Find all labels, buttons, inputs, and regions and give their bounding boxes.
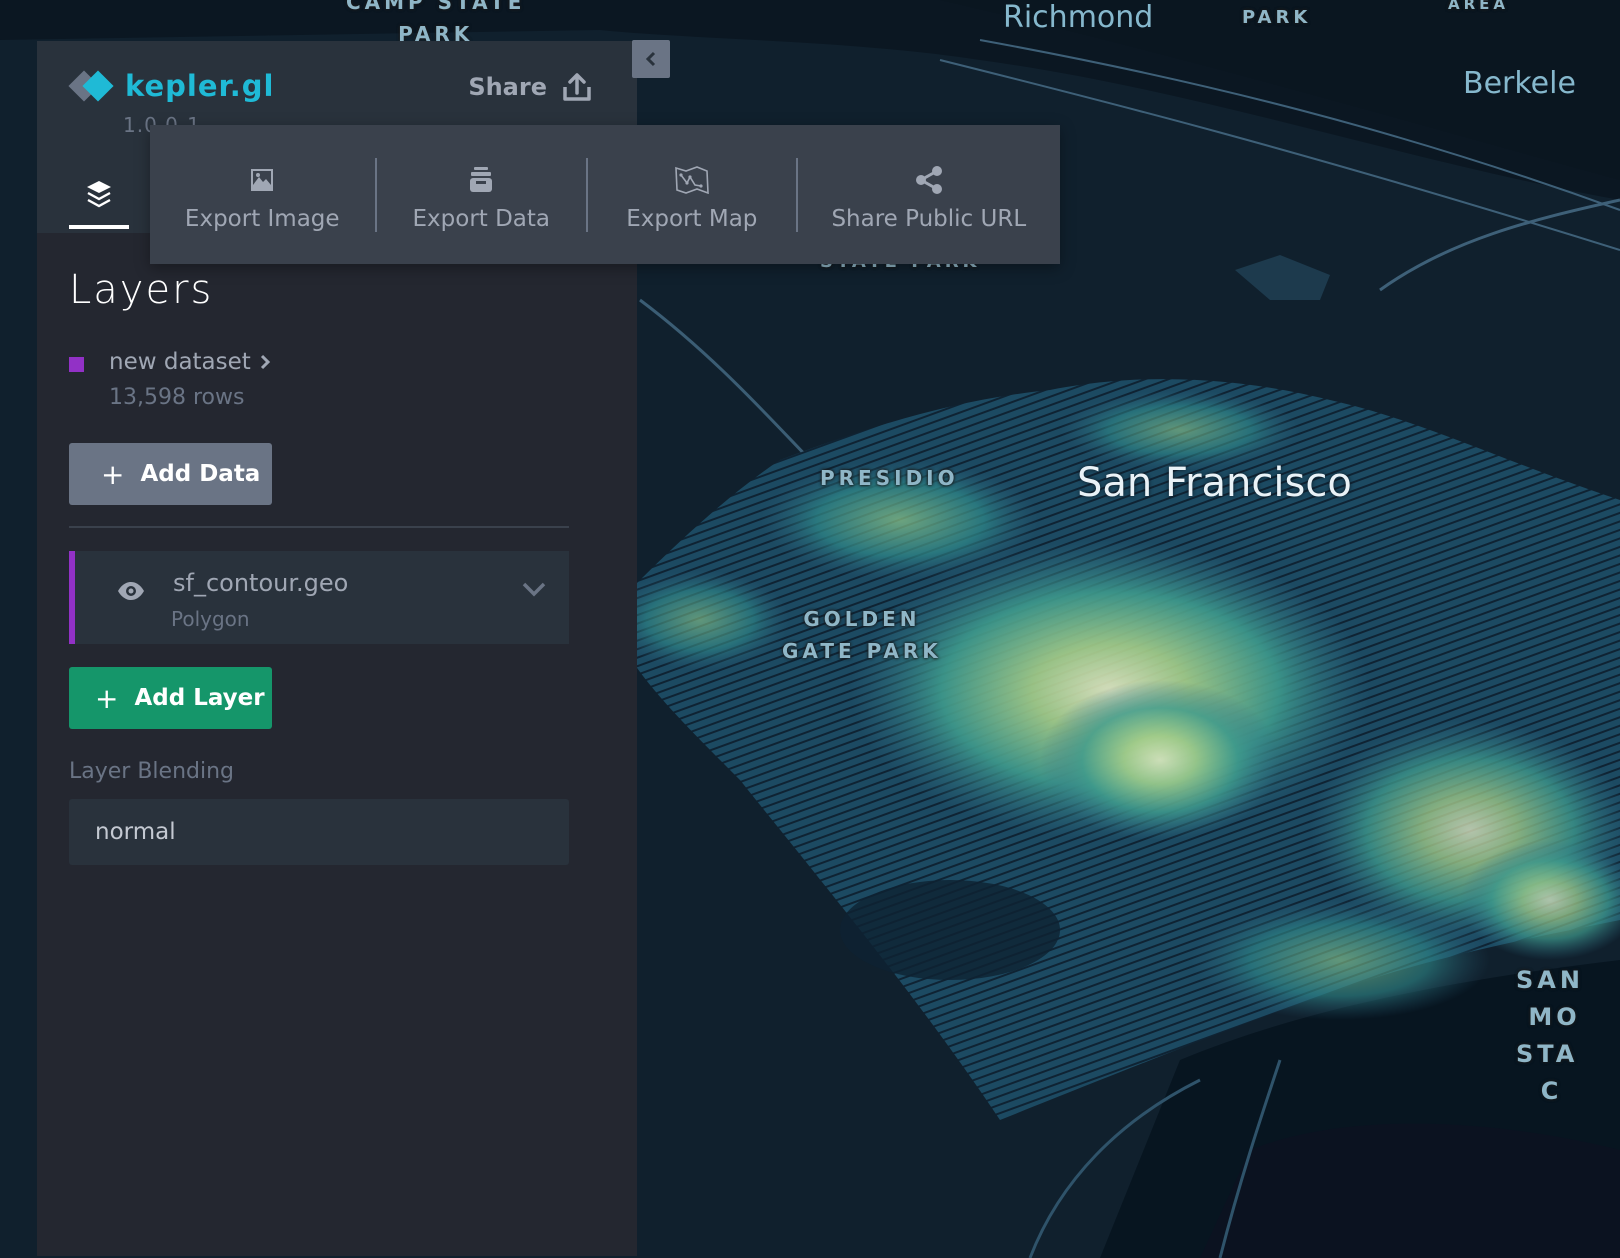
layer-blending-select[interactable]: normal xyxy=(69,799,569,865)
menu-item-label: Export Data xyxy=(412,205,551,232)
dataset-name-label: new dataset xyxy=(109,349,251,375)
share-icon xyxy=(915,165,942,194)
layer-name[interactable]: sf_contour.geo xyxy=(173,569,348,597)
share-dropdown-menu: Export Image Export Data Export Map Shar… xyxy=(150,125,1060,264)
divider xyxy=(69,526,569,528)
menu-item-export-data[interactable]: Export Data xyxy=(377,125,587,264)
chevron-right-icon xyxy=(260,354,270,370)
menu-item-label: Share Public URL xyxy=(831,205,1027,232)
plus-icon: + xyxy=(101,457,125,491)
app-logo: kepler.gl xyxy=(68,69,275,103)
menu-item-export-image[interactable]: Export Image xyxy=(150,125,375,264)
map-label-presidio: PRESIDIO xyxy=(820,466,959,490)
menu-item-export-map[interactable]: Export Map xyxy=(588,125,796,264)
map-icon xyxy=(674,165,709,194)
menu-item-label: Export Image xyxy=(184,205,340,232)
map-label-san-mateo: SAN MO STA C xyxy=(1516,966,1584,1105)
layer-blending-label: Layer Blending xyxy=(69,759,234,784)
tab-active-indicator xyxy=(69,225,129,229)
map-label-golden-gate-park: GOLDEN GATE PARK xyxy=(782,607,942,663)
add-layer-label: Add Layer xyxy=(134,685,265,711)
chevron-left-icon xyxy=(645,51,656,67)
kepler-logo-icon xyxy=(68,69,115,103)
dataset-name[interactable]: new dataset xyxy=(109,349,271,375)
share-button-label: Share xyxy=(468,73,547,101)
map-label-san-francisco: San Francisco xyxy=(1077,460,1352,506)
layer-blending-value: normal xyxy=(95,819,176,845)
add-layer-button[interactable]: + Add Layer xyxy=(69,667,272,729)
upload-icon xyxy=(563,73,591,101)
layer-type: Polygon xyxy=(171,607,250,631)
dataset-row-count: 13,598 rows xyxy=(109,385,245,410)
eye-icon[interactable] xyxy=(117,581,145,601)
menu-item-label: Export Map xyxy=(626,205,758,232)
plus-icon: + xyxy=(95,681,119,715)
collapse-panel-button[interactable] xyxy=(632,40,670,78)
image-icon xyxy=(251,168,274,191)
layers-icon xyxy=(87,181,111,208)
map-label-area: AREA xyxy=(1448,0,1510,13)
dataset-color-swatch xyxy=(69,357,84,372)
add-data-label: Add Data xyxy=(140,461,261,487)
layer-card[interactable]: sf_contour.geo Polygon xyxy=(69,551,569,644)
menu-item-share-public-url[interactable]: Share Public URL xyxy=(798,125,1060,264)
add-data-button[interactable]: + Add Data xyxy=(69,443,272,505)
share-button[interactable]: Share xyxy=(468,71,593,103)
tab-layers[interactable] xyxy=(69,161,129,229)
map-label-park: PARK xyxy=(1242,7,1312,28)
map-label-richmond: Richmond xyxy=(1003,0,1154,35)
archive-icon xyxy=(470,166,493,192)
chevron-down-icon[interactable] xyxy=(521,581,547,597)
map-label-berkeley: Berkele xyxy=(1463,66,1576,101)
app-title: kepler.gl xyxy=(125,69,275,103)
panel-title: Layers xyxy=(69,267,214,313)
